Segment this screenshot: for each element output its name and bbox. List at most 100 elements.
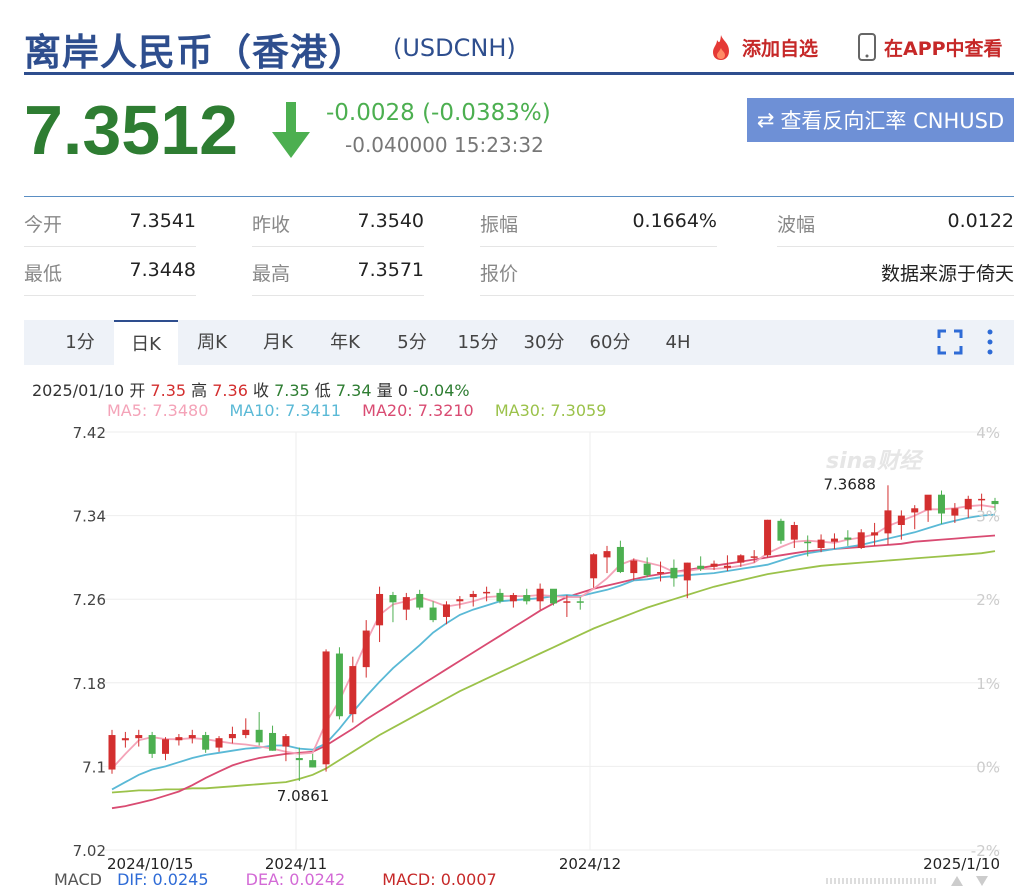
macd-dea: DEA: 0.0242: [245, 870, 346, 889]
candle-body: [964, 498, 972, 510]
symbol-label: (USDCNH): [393, 34, 516, 62]
candle-body: [576, 601, 584, 603]
candle-body: [148, 735, 156, 754]
candle-body: [429, 607, 437, 621]
ma5-legend: MA5: 7.3480: [107, 401, 209, 420]
candle-body: [523, 595, 531, 602]
candle-body: [242, 729, 250, 736]
stat-value-open: 7.3541: [129, 210, 196, 232]
candle-body: [335, 653, 343, 717]
info-date: 2025/01/10: [32, 381, 125, 400]
fullscreen-icon[interactable]: [932, 320, 968, 365]
candle-body: [362, 630, 370, 668]
info-high-label: 高: [191, 381, 208, 400]
swap-icon: ⇄: [756, 108, 775, 132]
pct-tick-label: 0%: [976, 758, 1000, 776]
candle-body: [590, 554, 598, 579]
candle-body: [550, 588, 557, 604]
sub-change-value: -0.040000: [345, 133, 448, 157]
candle-body: [750, 556, 758, 558]
stat-value-amplitude: 0.1664%: [632, 210, 717, 232]
candle-body: [697, 565, 705, 569]
more-menu-icon[interactable]: [976, 320, 1004, 365]
stat-value-low: 7.3448: [129, 259, 196, 281]
stat-value-range: 0.0122: [947, 210, 1014, 232]
price-change: -0.0028 (-0.0383%): [326, 100, 551, 126]
candle-body: [121, 738, 129, 741]
candle-body: [416, 593, 424, 608]
candle-body: [215, 738, 223, 748]
x-tick-label: 2024/12: [559, 855, 621, 873]
candle-body: [777, 520, 785, 541]
y-tick-label: 7.1: [82, 758, 106, 776]
ma-legend: MA5: 7.3480 MA10: 7.3411 MA20: 7.3210 MA…: [107, 401, 606, 420]
candle-body: [657, 572, 665, 574]
info-open-label: 开: [129, 381, 146, 400]
candle-body: [991, 500, 999, 505]
tab-weekly[interactable]: 周K: [184, 320, 240, 365]
tab-60min[interactable]: 60分: [582, 320, 638, 365]
candle-body: [295, 758, 303, 761]
candle-body: [630, 560, 638, 574]
candle-body: [643, 563, 651, 576]
period-tab-bar: 1分 日K 周K 月K 年K 5分 15分 30分 60分 4H: [24, 320, 1014, 365]
phone-icon: [858, 33, 876, 61]
candle-body: [496, 592, 504, 602]
candle-body: [978, 498, 986, 501]
sub-change: -0.040000 15:23:32: [345, 133, 544, 157]
candle-body: [790, 525, 798, 540]
tab-30min[interactable]: 30分: [516, 320, 572, 365]
down-arrow-icon: [270, 100, 312, 166]
tab-1min[interactable]: 1分: [54, 320, 106, 365]
ma30-legend: MA30: 7.3059: [494, 401, 607, 420]
candle-body: [282, 736, 290, 747]
candle-body: [951, 508, 959, 516]
reverse-rate-label: 查看反向汇率 CNHUSD: [780, 109, 1005, 133]
stat-label-quote: 报价: [480, 263, 519, 285]
add-favorite-button[interactable]: 添加自选: [706, 32, 818, 62]
info-vol: 0: [397, 381, 408, 400]
tab-4h[interactable]: 4H: [650, 320, 706, 365]
stat-value-source: 数据来源于倚天: [880, 263, 1014, 285]
cell-divider: [24, 295, 196, 296]
ma30-line: [111, 550, 996, 794]
candle-body: [830, 538, 838, 542]
ma10-line: [111, 513, 996, 791]
tab-15min[interactable]: 15分: [450, 320, 506, 365]
candle-body: [509, 595, 517, 602]
candle-body: [135, 735, 143, 739]
candle-body: [269, 732, 277, 751]
tab-yearly[interactable]: 年K: [317, 320, 373, 365]
candle-body: [723, 565, 731, 568]
y-tick-label: 7.02: [73, 842, 106, 860]
candle-info-bar: 2025/01/10 开 7.35 高 7.36 收 7.35 低 7.34 量…: [32, 377, 470, 401]
candle-body: [764, 519, 772, 556]
macd-dif: DIF: 0.0245: [117, 870, 209, 889]
pct-tick-label: 4%: [976, 424, 1000, 442]
candle-body: [857, 532, 865, 548]
candle-body: [469, 593, 477, 598]
tab-daily[interactable]: 日K: [114, 320, 178, 365]
stat-label-prev-close: 昨收: [252, 214, 291, 236]
candle-body: [442, 604, 450, 617]
candle-body: [108, 735, 116, 770]
candle-body: [871, 532, 879, 536]
tab-monthly[interactable]: 月K: [250, 320, 306, 365]
stat-value-high: 7.3571: [357, 259, 424, 281]
reverse-rate-button[interactable]: ⇄ 查看反向汇率 CNHUSD: [747, 98, 1014, 142]
candle-body: [670, 567, 678, 579]
candle-body: [897, 515, 905, 526]
candle-body: [616, 546, 624, 573]
stat-label-high: 最高: [252, 263, 291, 285]
add-favorite-label: 添加自选: [742, 37, 819, 60]
ma20-legend: MA20: 7.3210: [362, 401, 474, 420]
view-in-app-button[interactable]: 在APP中查看: [856, 32, 1003, 62]
flame-icon: [713, 35, 729, 60]
cell-divider: [480, 295, 1014, 296]
ma20-line: [111, 534, 996, 810]
scroll-indicator[interactable]: [826, 874, 1016, 888]
tab-5min[interactable]: 5分: [384, 320, 440, 365]
candlestick-chart: sina财经 7.42 4% 7.34 3% 7.26 2% 7.18 1% 7.1 0% 7.02…: [73, 424, 1000, 873]
candle-body: [202, 735, 210, 750]
current-price: 7.3512: [24, 91, 239, 169]
